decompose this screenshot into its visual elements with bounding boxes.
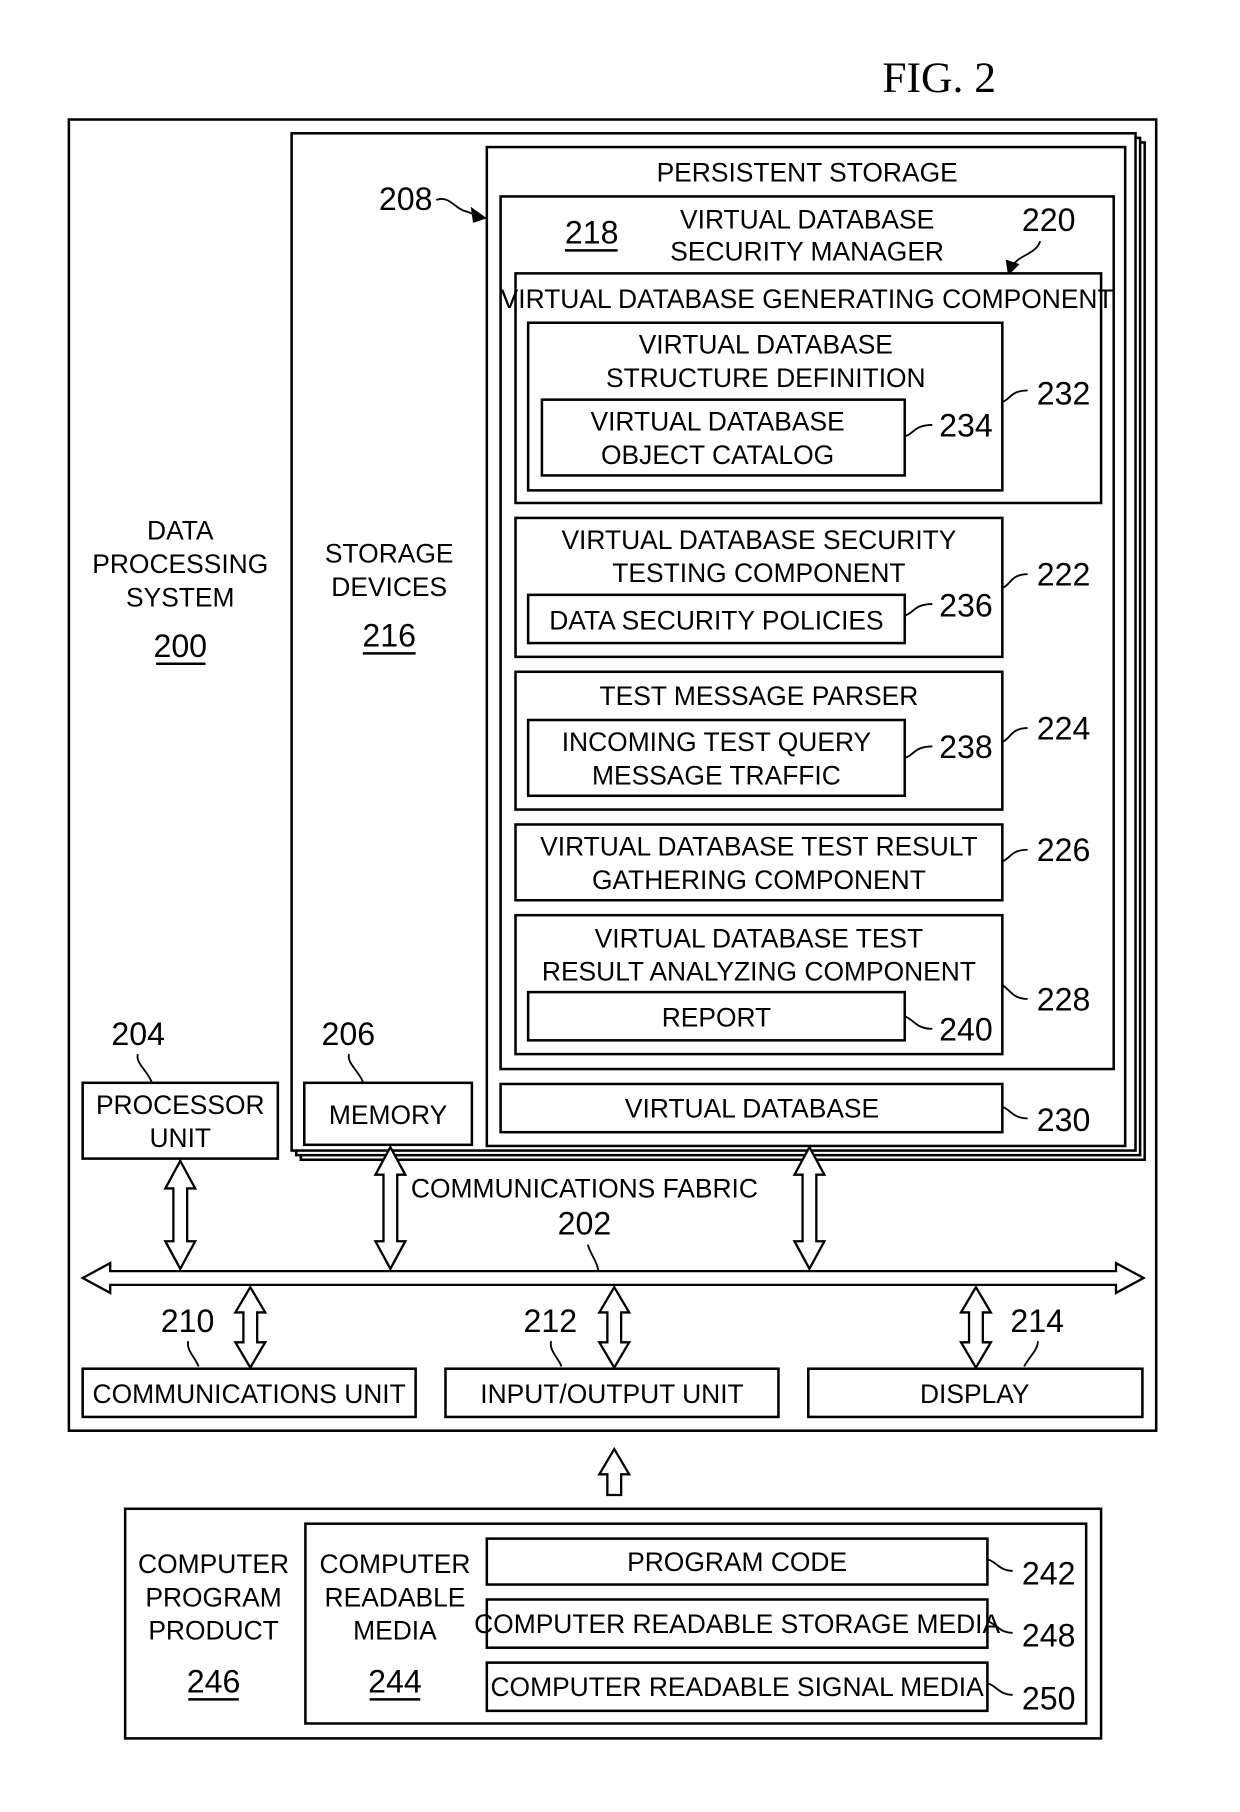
signal-media-box: COMPUTER READABLE SIGNAL MEDIA 250 bbox=[485, 1661, 1076, 1717]
dps-label-2: PROCESSING bbox=[92, 549, 268, 579]
object-catalog-label-1: VIRTUAL DATABASE bbox=[590, 407, 844, 437]
security-manager-label-1: VIRTUAL DATABASE bbox=[680, 205, 934, 235]
query-traffic-ref: 238 bbox=[939, 729, 993, 765]
storage-media-box: COMPUTER READABLE STORAGE MEDIA 248 bbox=[474, 1598, 1076, 1654]
signal-media-label: COMPUTER READABLE SIGNAL MEDIA bbox=[491, 1672, 985, 1702]
patent-figure: FIG. 2 DATA PROCESSING SYSTEM 200 STORAG… bbox=[67, 54, 1158, 1740]
virtual-database-label: VIRTUAL DATABASE bbox=[625, 1093, 879, 1123]
communications-fabric-ref: 202 bbox=[558, 1205, 612, 1241]
report-ref: 240 bbox=[939, 1011, 993, 1047]
persistent-storage-label: PERSISTENT STORAGE bbox=[657, 158, 958, 188]
result-analyzing-ref: 228 bbox=[1037, 981, 1091, 1017]
storage-devices-label-1: STORAGE bbox=[325, 539, 454, 569]
dps-label-3: SYSTEM bbox=[126, 582, 235, 612]
persistent-storage-ref: 208 bbox=[379, 181, 433, 217]
virtual-database-ref: 230 bbox=[1037, 1102, 1091, 1138]
security-policies-ref: 236 bbox=[939, 588, 993, 624]
structure-definition-label-2: STRUCTURE DEFINITION bbox=[606, 363, 926, 393]
processor-unit-label-2: UNIT bbox=[149, 1123, 211, 1153]
message-parser-ref: 224 bbox=[1037, 711, 1091, 747]
security-policies-label: DATA SECURITY POLICIES bbox=[549, 605, 883, 635]
query-traffic-label-2: MESSAGE TRAFFIC bbox=[592, 760, 841, 790]
readable-media-label-2: READABLE bbox=[325, 1582, 466, 1612]
generating-component-label: VIRTUAL DATABASE GENERATING COMPONENT bbox=[501, 284, 1114, 314]
dps-ref: 200 bbox=[153, 628, 207, 664]
virtual-database-box: VIRTUAL DATABASE 230 bbox=[499, 1082, 1091, 1138]
communications-fabric-label: COMMUNICATIONS FABRIC bbox=[411, 1174, 758, 1204]
result-gathering-label-1: VIRTUAL DATABASE TEST RESULT bbox=[540, 831, 978, 861]
object-catalog-ref: 234 bbox=[939, 407, 993, 443]
result-analyzing-label-2: RESULT ANALYZING COMPONENT bbox=[542, 957, 976, 987]
security-testing-ref: 222 bbox=[1037, 557, 1091, 593]
display-ref: 214 bbox=[1010, 1303, 1064, 1339]
program-code-box: PROGRAM CODE 242 bbox=[485, 1537, 1076, 1592]
query-traffic-label-1: INCOMING TEST QUERY bbox=[562, 727, 872, 757]
program-code-label: PROGRAM CODE bbox=[627, 1547, 847, 1577]
readable-media-ref: 244 bbox=[368, 1663, 422, 1699]
object-catalog-label-2: OBJECT CATALOG bbox=[601, 440, 834, 470]
result-gathering-label-2: GATHERING COMPONENT bbox=[592, 865, 926, 895]
structure-definition-label-1: VIRTUAL DATABASE bbox=[639, 330, 893, 360]
report-label: REPORT bbox=[662, 1003, 772, 1033]
memory-ref: 206 bbox=[321, 1016, 375, 1052]
result-gathering-ref: 226 bbox=[1037, 832, 1091, 868]
result-analyzing-label-1: VIRTUAL DATABASE TEST bbox=[595, 923, 924, 953]
storage-devices-ref: 216 bbox=[362, 618, 416, 654]
program-product-ref: 246 bbox=[187, 1663, 241, 1699]
security-testing-label-2: TESTING COMPONENT bbox=[612, 558, 905, 588]
security-testing-label-1: VIRTUAL DATABASE SECURITY bbox=[561, 525, 956, 555]
storage-devices-label-2: DEVICES bbox=[331, 572, 447, 602]
program-product-label-1: COMPUTER bbox=[138, 1549, 289, 1579]
io-unit-label: INPUT/OUTPUT UNIT bbox=[480, 1379, 743, 1409]
security-manager-label-2: SECURITY MANAGER bbox=[670, 237, 944, 267]
program-product-up-arrow-icon bbox=[597, 1446, 632, 1497]
signal-media-ref: 250 bbox=[1022, 1681, 1076, 1717]
processor-unit-label-1: PROCESSOR bbox=[96, 1090, 265, 1120]
display-label: DISPLAY bbox=[920, 1379, 1030, 1409]
processor-unit-ref: 204 bbox=[111, 1016, 165, 1052]
storage-media-ref: 248 bbox=[1022, 1618, 1076, 1654]
readable-media-label-1: COMPUTER bbox=[319, 1549, 470, 1579]
generating-component-ref: 220 bbox=[1022, 202, 1076, 238]
io-unit-ref: 212 bbox=[524, 1303, 578, 1339]
program-code-ref: 242 bbox=[1022, 1556, 1076, 1592]
program-product-label-2: PROGRAM bbox=[145, 1582, 281, 1612]
message-parser-label: TEST MESSAGE PARSER bbox=[600, 681, 919, 711]
program-product-label-3: PRODUCT bbox=[148, 1616, 278, 1646]
readable-media-label-3: MEDIA bbox=[353, 1616, 437, 1646]
storage-media-label: COMPUTER READABLE STORAGE MEDIA bbox=[474, 1609, 1000, 1639]
security-manager-ref: 218 bbox=[565, 215, 619, 251]
communications-unit-label: COMMUNICATIONS UNIT bbox=[93, 1379, 406, 1409]
figure-title: FIG. 2 bbox=[882, 54, 996, 102]
memory-label: MEMORY bbox=[329, 1100, 448, 1130]
structure-definition-ref: 232 bbox=[1037, 375, 1091, 411]
communications-unit-ref: 210 bbox=[161, 1303, 215, 1339]
dps-label-1: DATA bbox=[147, 516, 214, 546]
